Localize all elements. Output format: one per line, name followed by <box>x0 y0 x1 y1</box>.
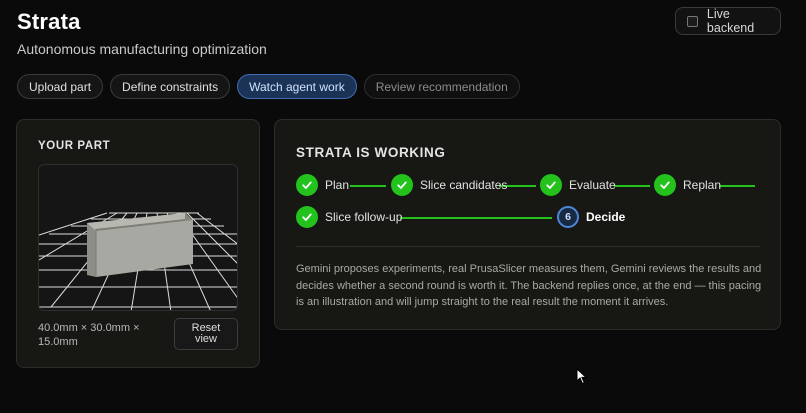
check-icon <box>540 174 562 196</box>
progress-heading: STRATA IS WORKING <box>296 145 446 160</box>
step-label: Replan <box>683 178 722 192</box>
live-backend-label: Live backend <box>706 7 755 35</box>
connector-line <box>614 185 650 187</box>
step-number-badge: 6 <box>557 206 579 228</box>
check-icon <box>654 174 676 196</box>
tab-review-recommendation[interactable]: Review recommendation <box>363 74 520 99</box>
progress-steps: Plan Slice candidates Evaluate Replan Sl… <box>296 174 756 234</box>
step-label: Evaluate <box>569 178 616 192</box>
check-icon <box>296 174 318 196</box>
connector-line <box>720 185 755 187</box>
check-icon <box>391 174 413 196</box>
step-replan: Replan <box>654 174 721 196</box>
connector-line <box>400 217 552 219</box>
part-panel-heading: YOUR PART <box>38 140 111 152</box>
tab-upload-part[interactable]: Upload part <box>17 74 104 99</box>
step-label: Slice follow-up <box>325 210 403 224</box>
step-evaluate: Evaluate <box>540 174 616 196</box>
part-panel: YOUR PART 40.0mm × 30.0mm × 15.0mm Reset… <box>16 119 260 368</box>
divider <box>296 246 760 247</box>
mouse-cursor-icon <box>576 368 588 385</box>
step-slice-candidates: Slice candidates <box>391 174 507 196</box>
step-plan: Plan <box>296 174 349 196</box>
live-backend-checkbox[interactable] <box>687 15 698 27</box>
reset-view-button[interactable]: Reset view <box>174 318 238 350</box>
progress-description: Gemini proposes experiments, real PrusaS… <box>296 263 762 308</box>
tab-define-constraints[interactable]: Define constraints <box>110 74 231 99</box>
part-model-render <box>39 212 237 310</box>
step-tabs: Upload part Define constraints Watch age… <box>17 74 520 99</box>
step-label: Plan <box>325 178 350 192</box>
part-3d-viewport[interactable] <box>38 164 238 311</box>
check-icon <box>296 206 318 228</box>
step-decide: 6 Decide <box>557 206 625 228</box>
agent-progress-panel: STRATA IS WORKING Plan Slice candidates … <box>274 119 781 330</box>
connector-line <box>350 185 386 187</box>
step-label: Decide <box>586 210 626 224</box>
app-title: Strata <box>17 9 81 34</box>
step-slice-follow-up: Slice follow-up <box>296 206 402 228</box>
app-subtitle: Autonomous manufacturing optimization <box>17 41 267 57</box>
step-label: Slice candidates <box>420 178 508 192</box>
tab-watch-agent-work[interactable]: Watch agent work <box>237 74 357 99</box>
part-dimensions: 40.0mm × 30.0mm × 15.0mm <box>38 322 140 348</box>
live-backend-toggle[interactable]: Live backend <box>675 7 781 35</box>
